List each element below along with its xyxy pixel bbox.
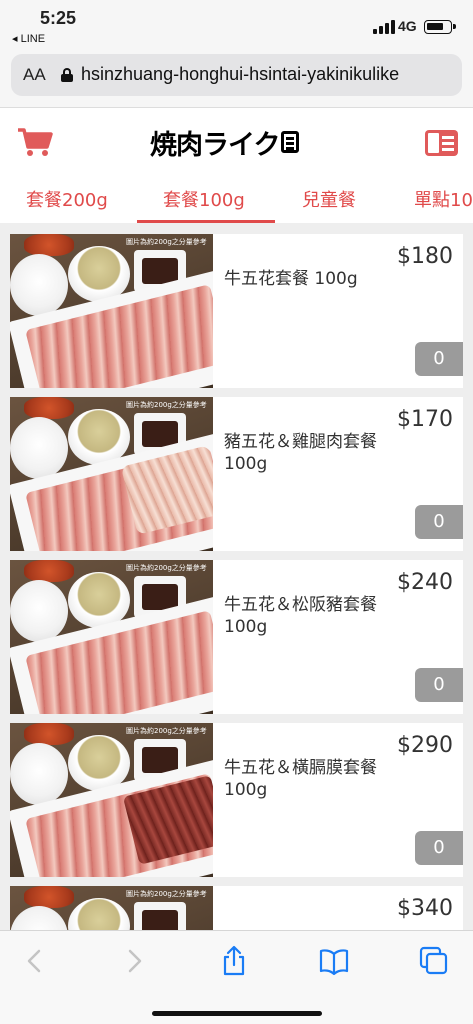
tab-a-la-carte[interactable]: 單點100 [414, 186, 473, 212]
quantity-badge[interactable]: 0 [415, 831, 463, 865]
active-tab-indicator [137, 220, 275, 223]
share-icon[interactable] [218, 945, 250, 977]
brand-logo[interactable]: 焼肉ライク [150, 122, 322, 162]
cart-icon[interactable] [17, 126, 53, 158]
back-to-app-link[interactable]: ◂ LINE [12, 32, 45, 45]
logo-text: 焼肉ライク [150, 129, 280, 161]
tab-set-200g[interactable]: 套餐200g [26, 186, 108, 212]
item-name: 牛五花＆松阪豬套餐 100g [224, 595, 377, 637]
menu-item-photo: 圖片為約200g之分量參考 [10, 560, 213, 714]
thumbs-up-icon [281, 131, 300, 153]
menu-item[interactable]: 圖片為約200g之分量參考 $240 牛五花＆松阪豬套餐 100g 0 [10, 560, 463, 714]
quantity-badge[interactable]: 0 [415, 668, 463, 702]
menu-icon[interactable] [425, 130, 458, 156]
menu-item-photo: 圖片為約200g之分量參考 [10, 234, 213, 388]
menu-item[interactable]: 圖片為約200g之分量參考 $180 牛五花套餐 100g 0 [10, 234, 463, 388]
battery-icon [424, 20, 456, 34]
clock: 5:25 [40, 8, 77, 28]
item-price: $170 [397, 407, 453, 432]
back-arrow-icon[interactable] [19, 945, 51, 977]
forward-arrow-icon[interactable] [118, 945, 150, 977]
menu-item-photo: 圖片為約200g之分量參考 [10, 397, 213, 551]
quantity-badge[interactable]: 0 [415, 505, 463, 539]
menu-item[interactable]: 圖片為約200g之分量參考 $290 牛五花＆橫膈膜套餐 100g 0 [10, 723, 463, 877]
status-bar: 5:25 ◂ LINE 4G [0, 0, 473, 48]
item-name: 牛五花＆橫膈膜套餐 100g [224, 758, 377, 800]
tab-set-100g[interactable]: 套餐100g [163, 186, 245, 212]
menu-list: 圖片為約200g之分量參考 $180 牛五花套餐 100g 0 圖片為約200g… [0, 224, 473, 930]
photo-note: 圖片為約200g之分量參考 [126, 727, 207, 735]
browser-address-area: AA hsinzhuang-honghui-hsintai-yakinikuli… [0, 48, 473, 108]
item-price: $340 [397, 896, 453, 921]
category-tabs: 套餐200g 套餐100g 兒童餐 單點100 [0, 176, 473, 224]
photo-note: 圖片為約200g之分量參考 [126, 564, 207, 572]
item-price: $290 [397, 733, 453, 758]
item-name: 牛五花套餐 100g [224, 269, 358, 289]
item-price: $240 [397, 570, 453, 595]
text-size-button[interactable]: AA [23, 65, 46, 85]
photo-note: 圖片為約200g之分量參考 [126, 890, 207, 898]
menu-item-photo: 圖片為約200g之分量參考 [10, 723, 213, 877]
menu-item[interactable]: 圖片為約200g之分量參考 $340 [10, 886, 463, 930]
lock-icon [61, 68, 73, 82]
browser-toolbar [0, 930, 473, 1024]
item-name: 豬五花＆雞腿肉套餐 100g [224, 432, 377, 474]
photo-note: 圖片為約200g之分量參考 [126, 238, 207, 246]
address-bar[interactable]: AA hsinzhuang-honghui-hsintai-yakinikuli… [11, 54, 462, 96]
item-price: $180 [397, 244, 453, 269]
network-type: 4G [398, 18, 417, 34]
quantity-badge[interactable]: 0 [415, 342, 463, 376]
site-header: 焼肉ライク [0, 108, 473, 176]
url-text[interactable]: hsinzhuang-honghui-hsintai-yakinikulike [81, 64, 461, 85]
tabs-icon[interactable] [418, 945, 450, 977]
menu-item-photo: 圖片為約200g之分量參考 [10, 886, 213, 930]
tab-kids-meal[interactable]: 兒童餐 [302, 186, 356, 212]
home-indicator [152, 1011, 322, 1016]
signal-icon [373, 20, 395, 34]
bookmarks-icon[interactable] [318, 945, 350, 977]
photo-note: 圖片為約200g之分量參考 [126, 401, 207, 409]
menu-item[interactable]: 圖片為約200g之分量參考 $170 豬五花＆雞腿肉套餐 100g 0 [10, 397, 463, 551]
